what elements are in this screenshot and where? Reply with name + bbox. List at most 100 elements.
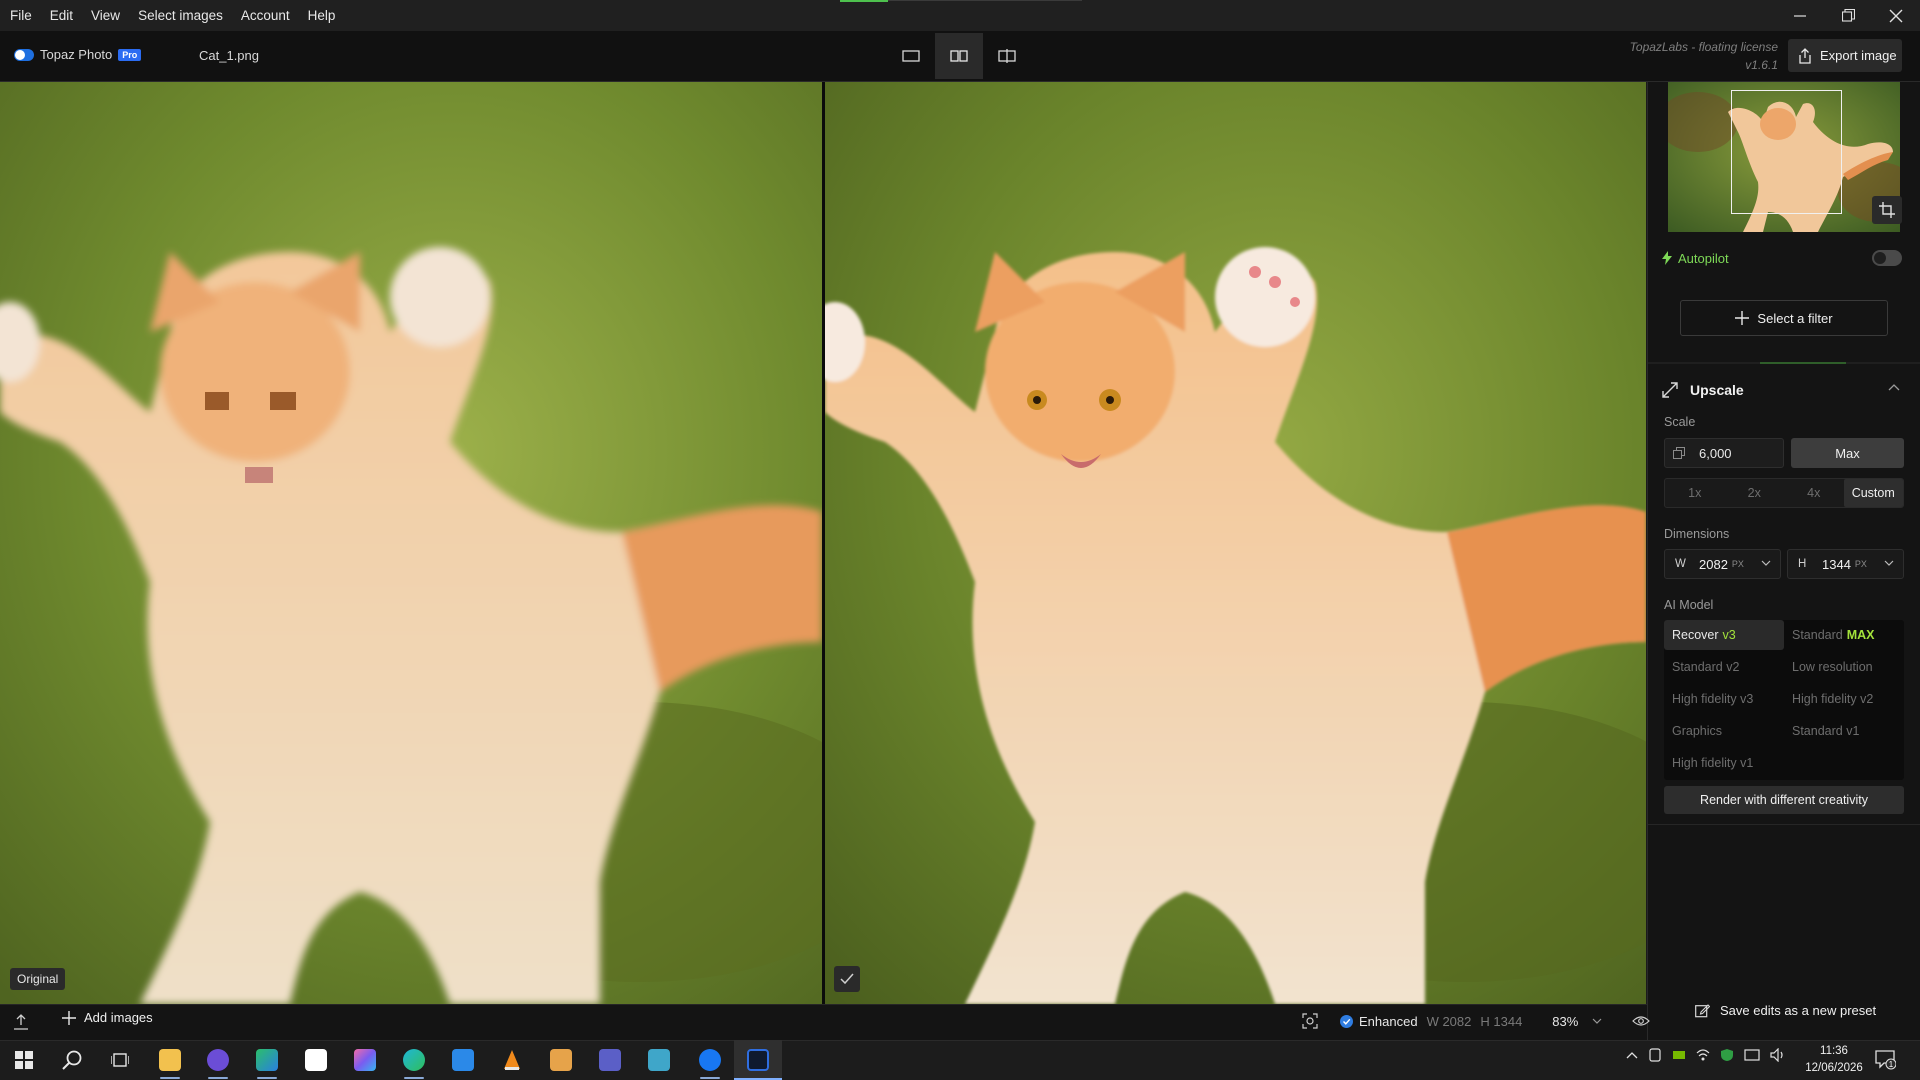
model-tag: MAX — [1846, 628, 1875, 642]
model-standard-v1[interactable]: Standard v1 — [1784, 716, 1904, 746]
upload-icon[interactable] — [12, 1013, 30, 1031]
original-image-pane[interactable] — [0, 82, 822, 1004]
check-icon — [840, 973, 854, 985]
scale-2x-button[interactable]: 2x — [1725, 479, 1785, 507]
app-taskbar-3[interactable] — [292, 1040, 340, 1080]
notification-icon[interactable]: 1 — [1874, 1048, 1896, 1070]
model-standard-max[interactable]: Standard MAX — [1784, 620, 1904, 650]
height-unit: PX — [1854, 559, 1867, 569]
panel-separator-accent — [1760, 362, 1846, 364]
chevron-down-icon[interactable] — [1592, 1018, 1602, 1025]
store-taskbar[interactable] — [439, 1040, 487, 1080]
menu-edit[interactable]: Edit — [41, 8, 82, 23]
dimensions-label: Dimensions — [1664, 527, 1730, 541]
security-icon[interactable] — [1720, 1048, 1734, 1062]
model-low-resolution[interactable]: Low resolution — [1784, 652, 1904, 682]
save-preset-button[interactable]: Save edits as a new preset — [1695, 1003, 1876, 1018]
split-view-button[interactable] — [983, 33, 1031, 79]
menu-account[interactable]: Account — [232, 8, 299, 23]
minimize-button[interactable] — [1776, 0, 1824, 31]
app-taskbar-4[interactable] — [635, 1040, 683, 1080]
restore-button[interactable] — [1824, 0, 1872, 31]
model-high-fidelity-v2[interactable]: High fidelity v2 — [1784, 684, 1904, 714]
app-taskbar-1[interactable] — [194, 1040, 242, 1080]
model-tag: v3 — [1722, 628, 1736, 642]
file-tab[interactable]: Cat_1.png — [199, 48, 259, 63]
model-standard-v2[interactable]: Standard v2 — [1664, 652, 1784, 682]
license-info: TopazLabs - floating license v1.6.1 — [1560, 38, 1778, 74]
single-view-icon — [902, 50, 920, 62]
menu-select-images[interactable]: Select images — [129, 8, 232, 23]
enhanced-image-pane[interactable] — [825, 82, 1646, 1004]
crop-button[interactable] — [1872, 196, 1902, 224]
volume-icon[interactable] — [1770, 1048, 1786, 1062]
edge-icon — [403, 1049, 425, 1071]
star-app-icon — [207, 1049, 229, 1071]
chevron-up-icon[interactable] — [1626, 1051, 1638, 1059]
lightning-icon — [1662, 251, 1672, 265]
width-field[interactable]: W 2082 PX — [1664, 549, 1781, 579]
pro-badge: Pro — [118, 48, 142, 61]
upscale-header[interactable]: Upscale — [1662, 380, 1902, 400]
scale-4x-button[interactable]: 4x — [1784, 479, 1844, 507]
autopilot-toggle[interactable] — [1872, 250, 1902, 266]
brand-toggle-icon — [14, 48, 34, 61]
scale-custom-button[interactable]: Custom — [1843, 479, 1903, 507]
start-button[interactable] — [0, 1040, 48, 1080]
chevron-down-icon[interactable] — [1884, 560, 1894, 567]
render-creativity-button[interactable]: Render with different creativity — [1664, 786, 1904, 814]
system-clock[interactable]: 11:36 12/06/2026 — [1800, 1043, 1868, 1077]
zoom-level[interactable]: 83% — [1552, 1014, 1578, 1029]
processing-progress-bar — [840, 0, 888, 2]
model-graphics[interactable]: Graphics — [1664, 716, 1784, 746]
status-info: Enhanced W 2082 H 1344 83% — [1302, 1013, 1651, 1029]
height-field[interactable]: H 1344 PX — [1787, 549, 1904, 579]
side-by-side-view-button[interactable] — [935, 33, 983, 79]
vlc-taskbar[interactable] — [488, 1040, 536, 1080]
model-high-fidelity-v1[interactable]: High fidelity v1 — [1664, 748, 1784, 778]
nvidia-icon[interactable] — [1672, 1048, 1686, 1062]
scale-input[interactable]: 6,000 — [1664, 438, 1784, 468]
menu-file[interactable]: File — [0, 8, 41, 23]
device-icon[interactable] — [1648, 1048, 1662, 1062]
autopilot-row: Autopilot — [1662, 248, 1902, 268]
export-image-button[interactable]: Export image — [1788, 39, 1902, 72]
app-taskbar-2[interactable] — [243, 1040, 291, 1080]
navigator-viewport-frame[interactable] — [1731, 90, 1842, 214]
screenshot-icon[interactable] — [1302, 1013, 1318, 1029]
split-view-icon — [998, 49, 1016, 63]
original-cat-image — [0, 82, 822, 1004]
output-width: W 2082 — [1426, 1013, 1472, 1029]
edge-taskbar[interactable] — [390, 1040, 438, 1080]
system-tray — [1626, 1048, 1786, 1062]
model-high-fidelity-v3[interactable]: High fidelity v3 — [1664, 684, 1784, 714]
search-button[interactable] — [48, 1040, 96, 1080]
scale-1x-button[interactable]: 1x — [1665, 479, 1725, 507]
chevron-up-icon[interactable] — [1888, 383, 1900, 391]
wifi-icon[interactable] — [1744, 1048, 1760, 1062]
chevron-down-icon[interactable] — [1761, 560, 1771, 567]
facebook-taskbar[interactable] — [686, 1040, 734, 1080]
max-scale-button[interactable]: Max — [1791, 438, 1904, 468]
teams-taskbar[interactable] — [586, 1040, 634, 1080]
app-version: v1.6.1 — [1745, 58, 1778, 72]
enhanced-check-button[interactable] — [834, 966, 860, 992]
topaz-photo-taskbar[interactable] — [734, 1040, 782, 1080]
select-filter-button[interactable]: Select a filter — [1680, 300, 1888, 336]
file-explorer-taskbar[interactable] — [146, 1040, 194, 1080]
add-images-button[interactable]: Add images — [62, 1010, 153, 1025]
media-app-taskbar[interactable] — [537, 1040, 585, 1080]
close-button[interactable] — [1872, 0, 1920, 31]
menu-view[interactable]: View — [82, 8, 129, 23]
model-recover-v3[interactable]: Recover v3 — [1664, 620, 1784, 650]
copilot-taskbar[interactable] — [341, 1040, 389, 1080]
single-view-button[interactable] — [887, 33, 935, 79]
ai-model-list: Recover v3 Standard MAX Standard v2 Low re… — [1664, 620, 1904, 780]
eye-icon[interactable] — [1632, 1015, 1651, 1027]
media-app-icon — [550, 1049, 572, 1071]
menu-help[interactable]: Help — [299, 8, 345, 23]
brand: Topaz Photo Pro — [14, 47, 142, 62]
network-icon[interactable] — [1696, 1048, 1710, 1062]
task-view-button[interactable] — [96, 1040, 144, 1080]
scale-value: 6,000 — [1699, 445, 1732, 461]
